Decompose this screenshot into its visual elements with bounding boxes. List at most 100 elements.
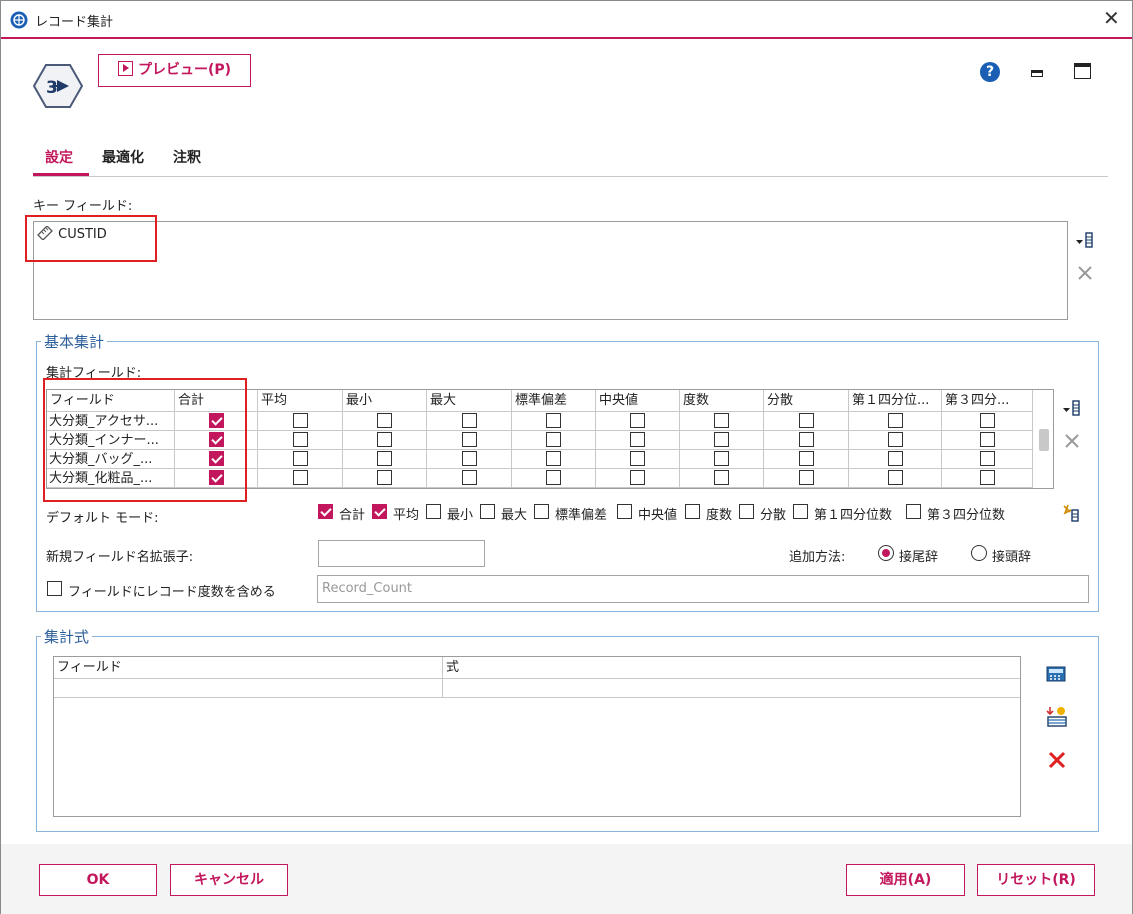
agg-row-checkbox[interactable] xyxy=(546,451,561,466)
agg-row-checkbox[interactable] xyxy=(293,432,308,447)
agg-row-checkbox[interactable] xyxy=(293,470,308,485)
include-count-checkbox[interactable] xyxy=(47,581,62,596)
default-mode-checkbox[interactable] xyxy=(534,504,549,519)
agg-row-checkbox[interactable] xyxy=(980,470,995,485)
key-fields-list[interactable] xyxy=(33,221,1068,320)
agg-row-checkbox[interactable] xyxy=(888,470,903,485)
agg-col-header[interactable]: 第３四分... xyxy=(942,390,1033,412)
minimize-icon[interactable] xyxy=(1031,70,1043,77)
default-mode-checkbox[interactable] xyxy=(793,504,808,519)
default-mode-checkbox[interactable] xyxy=(617,504,632,519)
ok-button[interactable]: OK xyxy=(39,864,157,896)
agg-row-checkbox[interactable] xyxy=(462,432,477,447)
default-mode-label-item: 中央値 xyxy=(638,508,678,523)
agg-row-checkbox[interactable] xyxy=(462,451,477,466)
agg-col-header[interactable]: 度数 xyxy=(680,390,764,412)
expr-row-expression[interactable] xyxy=(443,679,1020,698)
apply-default-mode-icon[interactable] xyxy=(1062,504,1080,522)
tab-settings[interactable]: 設定 xyxy=(45,147,73,167)
default-mode-checkbox[interactable] xyxy=(685,504,700,519)
agg-row-checkbox[interactable] xyxy=(888,432,903,447)
delete-agg-field-icon[interactable] xyxy=(1064,433,1080,449)
agg-col-header[interactable]: 最大 xyxy=(427,390,512,412)
agg-row-checkbox[interactable] xyxy=(888,413,903,428)
agg-row-checkbox[interactable] xyxy=(377,470,392,485)
agg-row-checkbox[interactable] xyxy=(630,413,645,428)
play-icon xyxy=(117,61,133,76)
agg-row-checkbox[interactable] xyxy=(546,432,561,447)
agg-row-checkbox[interactable] xyxy=(293,413,308,428)
agg-row-checkbox[interactable] xyxy=(714,470,729,485)
agg-row-checkbox[interactable] xyxy=(799,432,814,447)
agg-field-picker-icon[interactable] xyxy=(1062,399,1082,417)
agg-col-header[interactable]: 平均 xyxy=(258,390,343,412)
agg-row-checkbox[interactable] xyxy=(980,451,995,466)
basic-agg-title: 基本集計 xyxy=(41,331,108,352)
agg-cell xyxy=(427,431,512,450)
agg-row-checkbox[interactable] xyxy=(799,413,814,428)
default-mode-checkbox[interactable] xyxy=(372,504,387,519)
agg-row-checkbox[interactable] xyxy=(799,451,814,466)
cancel-button[interactable]: キャンセル xyxy=(170,864,288,896)
suffix-input[interactable] xyxy=(318,540,485,567)
agg-cell xyxy=(427,450,512,469)
agg-row-checkbox[interactable] xyxy=(377,413,392,428)
agg-row-checkbox[interactable] xyxy=(980,413,995,428)
expr-col-expression[interactable]: 式 xyxy=(443,657,1020,679)
agg-row-checkbox[interactable] xyxy=(293,451,308,466)
default-mode-checkbox[interactable] xyxy=(426,504,441,519)
default-mode-checkbox[interactable] xyxy=(480,504,495,519)
reset-button[interactable]: リセット(R) xyxy=(977,864,1095,896)
agg-row-checkbox[interactable] xyxy=(980,432,995,447)
agg-cell xyxy=(343,412,427,431)
agg-row-checkbox[interactable] xyxy=(462,470,477,485)
active-tab-indicator xyxy=(33,173,89,176)
help-icon[interactable]: ? xyxy=(980,62,1000,82)
preview-label: プレビュー(P) xyxy=(137,62,232,78)
agg-row-checkbox[interactable] xyxy=(630,470,645,485)
agg-row-checkbox[interactable] xyxy=(714,432,729,447)
count-field-input[interactable]: Record_Count xyxy=(317,575,1089,603)
agg-row-checkbox[interactable] xyxy=(630,432,645,447)
include-count-label: フィールドにレコード度数を含める xyxy=(68,585,276,600)
agg-col-header[interactable]: 中央値 xyxy=(596,390,680,412)
agg-col-header[interactable]: 標準偏差 xyxy=(512,390,596,412)
radio-suffix[interactable] xyxy=(878,545,894,561)
agg-cell xyxy=(596,412,680,431)
agg-row-checkbox[interactable] xyxy=(630,451,645,466)
apply-button[interactable]: 適用(A) xyxy=(846,864,965,896)
tab-annotations[interactable]: 注釈 xyxy=(173,147,201,167)
delete-expression-icon[interactable] xyxy=(1048,751,1066,769)
agg-row-checkbox[interactable] xyxy=(377,432,392,447)
preview-button[interactable]: プレビュー(P) xyxy=(98,54,251,87)
agg-row-checkbox[interactable] xyxy=(714,451,729,466)
agg-row-checkbox[interactable] xyxy=(377,451,392,466)
agg-row-checkbox[interactable] xyxy=(546,413,561,428)
agg-cell xyxy=(596,431,680,450)
table-scrollbar[interactable] xyxy=(1039,429,1049,451)
default-mode-checkbox[interactable] xyxy=(739,504,754,519)
agg-cell xyxy=(764,431,849,450)
agg-col-header[interactable]: 最小 xyxy=(343,390,427,412)
agg-row-checkbox[interactable] xyxy=(462,413,477,428)
agg-row-checkbox[interactable] xyxy=(714,413,729,428)
expr-row-field[interactable] xyxy=(54,679,443,698)
agg-row-checkbox[interactable] xyxy=(546,470,561,485)
maximize-icon[interactable] xyxy=(1074,63,1091,79)
tab-optimization[interactable]: 最適化 xyxy=(102,147,144,167)
agg-col-header[interactable]: 分散 xyxy=(764,390,849,412)
calculator-icon[interactable] xyxy=(1046,665,1066,683)
close-icon[interactable]: ✕ xyxy=(1103,8,1120,28)
expr-col-field[interactable]: フィールド xyxy=(54,657,443,679)
default-mode-checkbox[interactable] xyxy=(906,504,921,519)
agg-col-header[interactable]: 第１四分位... xyxy=(849,390,942,412)
delete-key-icon[interactable] xyxy=(1077,265,1093,281)
agg-cell xyxy=(512,431,596,450)
agg-cell xyxy=(512,412,596,431)
agg-row-checkbox[interactable] xyxy=(799,470,814,485)
field-picker-icon[interactable] xyxy=(1075,231,1095,249)
default-mode-checkbox[interactable] xyxy=(318,504,333,519)
agg-row-checkbox[interactable] xyxy=(888,451,903,466)
add-expression-icon[interactable] xyxy=(1046,706,1068,728)
radio-prefix[interactable] xyxy=(971,545,987,561)
